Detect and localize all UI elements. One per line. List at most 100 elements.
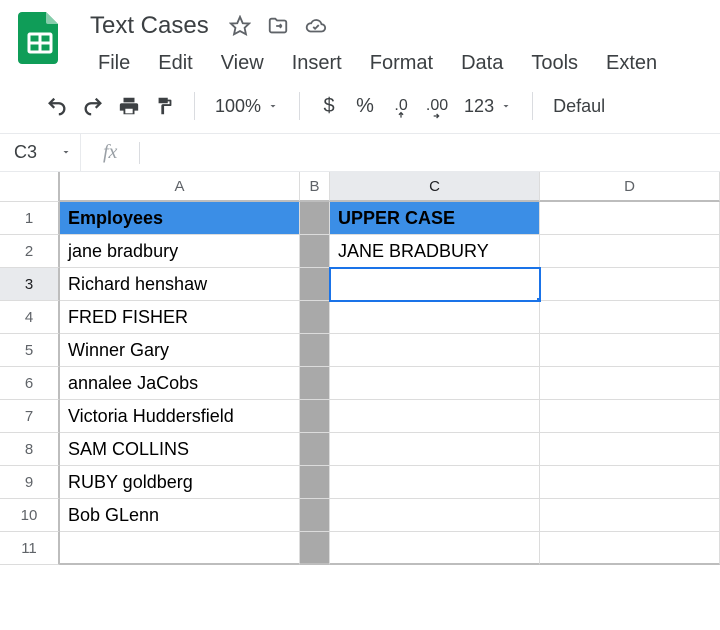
undo-button[interactable] bbox=[40, 89, 74, 123]
spreadsheet-grid: 1 2 3 4 5 6 7 8 9 10 11 A B C D Employee… bbox=[0, 172, 720, 565]
cloud-saved-icon[interactable] bbox=[305, 15, 327, 37]
cell-A9[interactable]: RUBY goldberg bbox=[60, 466, 300, 499]
selection-handle[interactable] bbox=[536, 297, 540, 301]
cell-A10[interactable]: Bob GLenn bbox=[60, 499, 300, 532]
separator bbox=[194, 92, 195, 120]
menu-tools[interactable]: Tools bbox=[519, 48, 590, 79]
row-header-7[interactable]: 7 bbox=[0, 400, 60, 433]
menu-insert[interactable]: Insert bbox=[280, 48, 354, 79]
cell-B6[interactable] bbox=[300, 367, 330, 400]
print-button[interactable] bbox=[112, 89, 146, 123]
paint-format-button[interactable] bbox=[148, 89, 182, 123]
cell-C8[interactable] bbox=[330, 433, 540, 466]
cell-C3[interactable] bbox=[330, 268, 540, 301]
row-header-9[interactable]: 9 bbox=[0, 466, 60, 499]
cell-D2[interactable] bbox=[540, 235, 720, 268]
separator bbox=[532, 92, 533, 120]
menu-file[interactable]: File bbox=[86, 48, 142, 79]
menu-view[interactable]: View bbox=[209, 48, 276, 79]
cell-C4[interactable] bbox=[330, 301, 540, 334]
cell-D4[interactable] bbox=[540, 301, 720, 334]
cell-A5[interactable]: Winner Gary bbox=[60, 334, 300, 367]
cell-C10[interactable] bbox=[330, 499, 540, 532]
chevron-down-icon[interactable] bbox=[60, 142, 72, 163]
row-header-6[interactable]: 6 bbox=[0, 367, 60, 400]
separator bbox=[299, 92, 300, 120]
menu-edit[interactable]: Edit bbox=[146, 48, 204, 79]
cell-A1[interactable]: Employees bbox=[60, 202, 300, 235]
row-header-1[interactable]: 1 bbox=[0, 202, 60, 235]
col-header-C[interactable]: C bbox=[330, 172, 540, 202]
toolbar: 100% $ % .0 .00 123 Defaul bbox=[0, 79, 720, 134]
cell-C11[interactable] bbox=[330, 532, 540, 565]
menu-format[interactable]: Format bbox=[358, 48, 445, 79]
row-header-4[interactable]: 4 bbox=[0, 301, 60, 334]
redo-button[interactable] bbox=[76, 89, 110, 123]
cell-C2[interactable]: JANE BRADBURY bbox=[330, 235, 540, 268]
chevron-down-icon bbox=[267, 100, 279, 112]
cell-D1[interactable] bbox=[540, 202, 720, 235]
cell-D10[interactable] bbox=[540, 499, 720, 532]
chevron-down-icon bbox=[500, 100, 512, 112]
formula-input[interactable] bbox=[140, 134, 720, 171]
col-header-B[interactable]: B bbox=[300, 172, 330, 202]
zoom-value: 100% bbox=[215, 96, 261, 117]
name-box[interactable]: C3 bbox=[0, 142, 80, 163]
cell-A7[interactable]: Victoria Huddersfield bbox=[60, 400, 300, 433]
cell-B7[interactable] bbox=[300, 400, 330, 433]
cell-D9[interactable] bbox=[540, 466, 720, 499]
col-header-D[interactable]: D bbox=[540, 172, 720, 202]
cell-D6[interactable] bbox=[540, 367, 720, 400]
menu-data[interactable]: Data bbox=[449, 48, 515, 79]
cell-C6[interactable] bbox=[330, 367, 540, 400]
cell-D11[interactable] bbox=[540, 532, 720, 565]
format-percent-button[interactable]: % bbox=[348, 89, 382, 123]
cell-A4[interactable]: FRED FISHER bbox=[60, 301, 300, 334]
cell-C7[interactable] bbox=[330, 400, 540, 433]
row-header-2[interactable]: 2 bbox=[0, 235, 60, 268]
cell-B2[interactable] bbox=[300, 235, 330, 268]
document-title[interactable]: Text Cases bbox=[86, 10, 213, 42]
cell-A11[interactable] bbox=[60, 532, 300, 565]
cell-B3[interactable] bbox=[300, 268, 330, 301]
row-header-3[interactable]: 3 bbox=[0, 268, 60, 301]
cell-B1[interactable] bbox=[300, 202, 330, 235]
decrease-decimal-button[interactable]: .0 bbox=[384, 89, 418, 123]
col-header-A[interactable]: A bbox=[60, 172, 300, 202]
cell-A6[interactable]: annalee JaCobs bbox=[60, 367, 300, 400]
row-header-8[interactable]: 8 bbox=[0, 433, 60, 466]
cell-C5[interactable] bbox=[330, 334, 540, 367]
fx-label: fx bbox=[80, 134, 139, 171]
menu-exten[interactable]: Exten bbox=[594, 48, 669, 79]
number-format-dropdown[interactable]: 123 bbox=[456, 96, 520, 117]
row-header-10[interactable]: 10 bbox=[0, 499, 60, 532]
cell-B8[interactable] bbox=[300, 433, 330, 466]
move-folder-icon[interactable] bbox=[267, 15, 289, 37]
select-all-corner[interactable] bbox=[0, 172, 60, 202]
cell-B4[interactable] bbox=[300, 301, 330, 334]
cell-A3[interactable]: Richard henshaw bbox=[60, 268, 300, 301]
cell-C1[interactable]: UPPER CASE bbox=[330, 202, 540, 235]
cell-A2[interactable]: jane bradbury bbox=[60, 235, 300, 268]
app-header: Text Cases File Edit View Insert Format … bbox=[0, 0, 720, 79]
format-currency-button[interactable]: $ bbox=[312, 89, 346, 123]
row-header-11[interactable]: 11 bbox=[0, 532, 60, 565]
star-icon[interactable] bbox=[229, 15, 251, 37]
cell-D3[interactable] bbox=[540, 268, 720, 301]
name-box-value: C3 bbox=[14, 142, 37, 163]
number-format-value: 123 bbox=[464, 96, 494, 117]
cell-D7[interactable] bbox=[540, 400, 720, 433]
cell-A8[interactable]: SAM COLLINS bbox=[60, 433, 300, 466]
font-dropdown[interactable]: Defaul bbox=[545, 96, 613, 117]
zoom-dropdown[interactable]: 100% bbox=[207, 96, 287, 117]
cell-D5[interactable] bbox=[540, 334, 720, 367]
cell-B10[interactable] bbox=[300, 499, 330, 532]
menu-bar: File Edit View Insert Format Data Tools … bbox=[86, 48, 720, 79]
cell-B9[interactable] bbox=[300, 466, 330, 499]
cell-D8[interactable] bbox=[540, 433, 720, 466]
cell-B11[interactable] bbox=[300, 532, 330, 565]
cell-C9[interactable] bbox=[330, 466, 540, 499]
increase-decimal-button[interactable]: .00 bbox=[420, 89, 454, 123]
cell-B5[interactable] bbox=[300, 334, 330, 367]
row-header-5[interactable]: 5 bbox=[0, 334, 60, 367]
